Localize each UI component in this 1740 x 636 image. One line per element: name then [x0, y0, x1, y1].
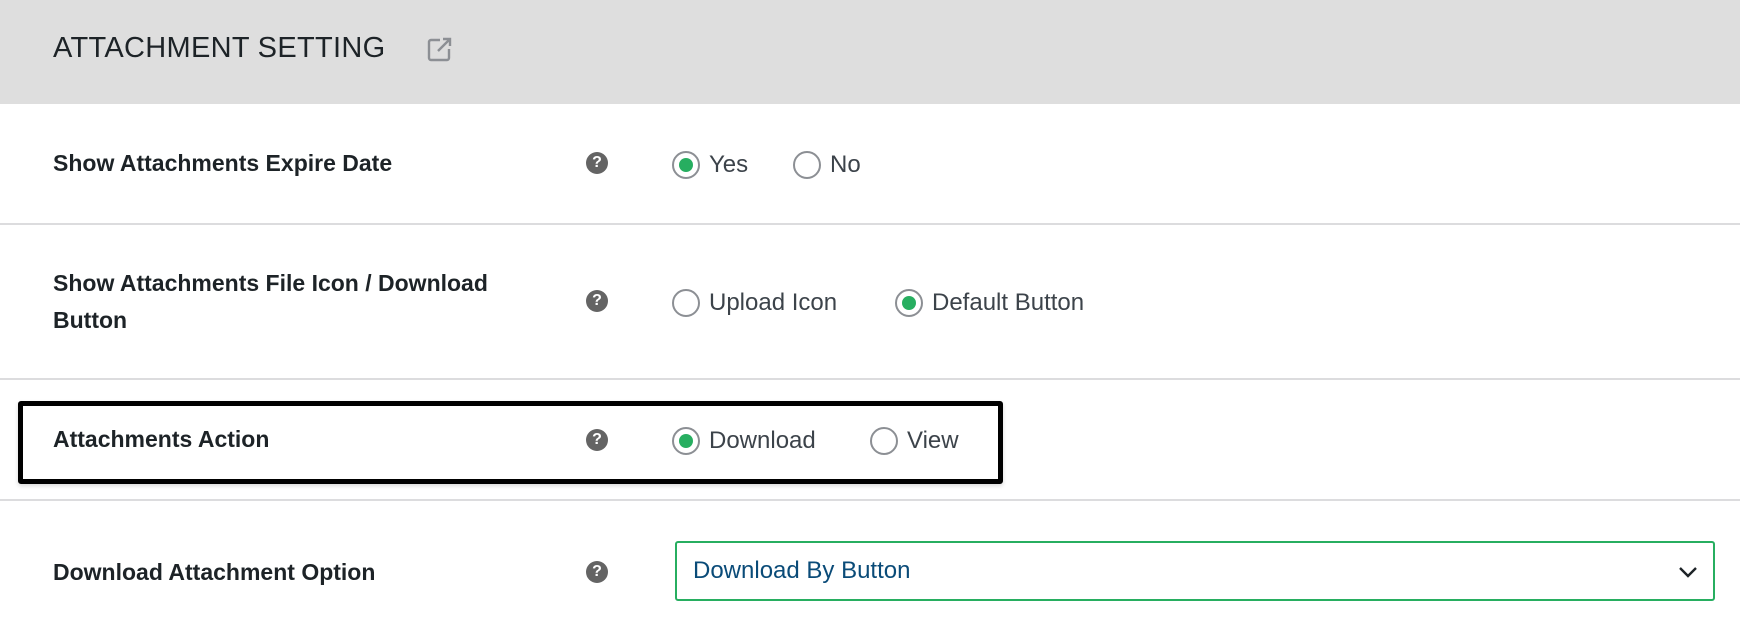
- radio-label: Default Button: [932, 289, 1085, 316]
- section-header: ATTACHMENT SETTING: [0, 0, 1740, 104]
- radio-checked[interactable]: [895, 289, 923, 317]
- divider: [0, 223, 1740, 225]
- radio-default-button[interactable]: Default Button: [895, 289, 1084, 317]
- divider: [0, 499, 1740, 501]
- help-icon[interactable]: ?: [586, 152, 608, 174]
- radio-unchecked[interactable]: [793, 151, 821, 179]
- radio-label: Download: [709, 427, 816, 454]
- radio-checked[interactable]: [672, 427, 700, 455]
- radio-label: Yes: [709, 151, 749, 178]
- external-link-icon[interactable]: [427, 36, 453, 62]
- setting-label-attachments-action: Attachments Action: [53, 426, 270, 452]
- setting-label-expire-date: Show Attachments Expire Date: [53, 150, 393, 176]
- radio-label: No: [830, 151, 861, 178]
- radio-view[interactable]: View: [870, 427, 959, 455]
- radio-yes[interactable]: Yes: [672, 151, 748, 179]
- select-value: Download By Button: [693, 557, 911, 584]
- radio-label: View: [907, 427, 959, 454]
- radio-no[interactable]: No: [793, 151, 861, 179]
- radio-label: Upload Icon: [709, 289, 838, 316]
- radio-download[interactable]: Download: [672, 427, 816, 455]
- download-option-select[interactable]: Download By Button: [675, 541, 1715, 601]
- radio-unchecked[interactable]: [672, 289, 700, 317]
- divider: [0, 378, 1740, 380]
- help-icon[interactable]: ?: [586, 561, 608, 583]
- setting-label-file-icon: Show Attachments File Icon / Download Bu…: [53, 270, 488, 333]
- setting-label-download-option: Download Attachment Option: [53, 559, 376, 585]
- radio-unchecked[interactable]: [870, 427, 898, 455]
- chevron-down-icon: [1679, 567, 1697, 578]
- section-title: ATTACHMENT SETTING: [53, 32, 386, 64]
- radio-checked[interactable]: [672, 151, 700, 179]
- help-icon[interactable]: ?: [586, 290, 608, 312]
- help-icon[interactable]: ?: [586, 429, 608, 451]
- radio-upload-icon[interactable]: Upload Icon: [672, 289, 837, 317]
